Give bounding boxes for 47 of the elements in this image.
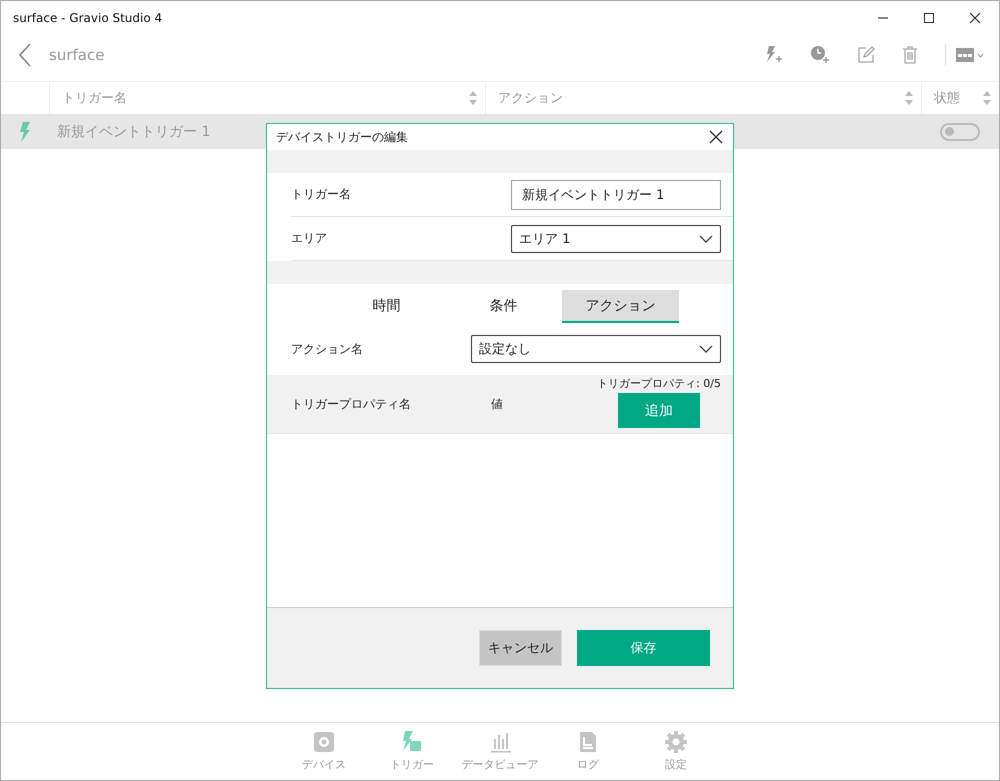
maximize-icon[interactable] [923,12,935,24]
nav-tab[interactable]: トリガー [373,723,451,780]
tab[interactable]: 条件 [445,290,562,323]
column-header: 値 [491,396,504,412]
lightning-icon [18,122,32,142]
trigger-name: 新規イベントトリガー 1 [57,122,210,140]
document-icon [577,731,599,753]
close-icon[interactable] [709,130,723,144]
nav-tab[interactable]: 設定 [637,723,715,780]
layout-dropdown-icon[interactable] [955,46,985,64]
dialog-title: デバイストリガーの編集 [276,128,408,146]
edit-icon[interactable] [857,46,875,64]
sort-icon[interactable] [469,91,477,105]
field-label: アクション名 [291,340,363,358]
column-header[interactable]: アクション [498,89,563,107]
chevron-down-icon [699,234,713,242]
lightning-icon [401,731,423,753]
tab[interactable]: 時間 [328,290,445,323]
nav-tab[interactable]: ログ [549,723,627,780]
column-header[interactable]: 状態 [934,89,960,107]
trash-icon[interactable] [902,46,918,64]
sort-icon[interactable] [983,91,991,105]
nav-tab[interactable]: データビューア [461,723,539,780]
save-button[interactable]: 保存 [577,630,710,666]
cancel-button[interactable]: キャンセル [479,630,562,666]
add-button[interactable]: 追加 [618,393,700,428]
status-toggle[interactable] [940,122,980,140]
sort-icon[interactable] [905,91,913,105]
chevron-down-icon [699,345,713,353]
nav-tab[interactable]: デバイス [285,723,363,780]
clock-plus-icon[interactable] [810,45,830,65]
gear-box-icon [313,731,335,753]
tab[interactable]: アクション [562,290,679,323]
back-icon[interactable] [18,43,32,67]
text-field[interactable]: 新規イベントトリガー 1 [511,180,721,210]
window-title: surface - Gravio Studio 4 [13,11,162,25]
column-header: トリガープロパティ名 [291,396,412,412]
column-header[interactable]: トリガー名 [62,89,127,107]
close-icon[interactable] [969,12,981,24]
dropdown-field[interactable]: エリア 1 [511,224,721,252]
dropdown-field[interactable]: 設定なし [471,335,721,363]
field-label: トリガー名 [291,186,351,203]
gear-icon [665,731,687,753]
property-count: トリガープロパティ: 0/5 [597,376,721,391]
page-title: surface [49,46,106,64]
bar-chart-icon [489,731,511,753]
field-label: エリア [291,230,327,247]
